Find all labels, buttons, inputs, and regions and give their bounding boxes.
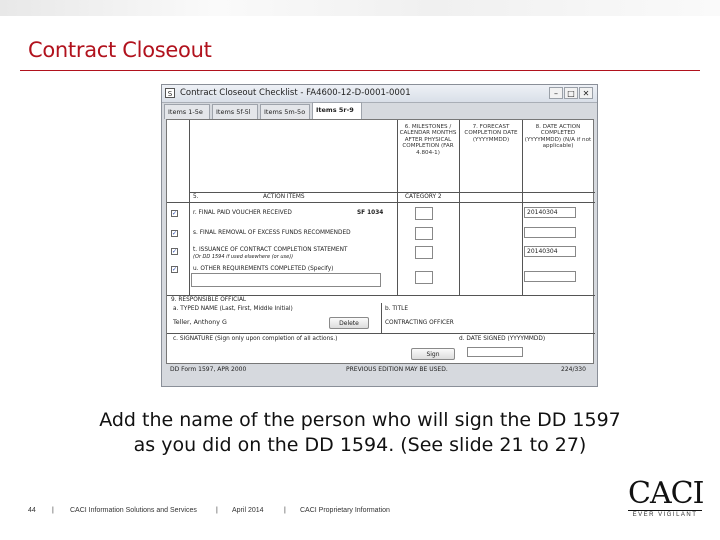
footer-separator: | xyxy=(284,507,286,514)
item-s-label: s. FINAL REMOVAL OF EXCESS FUNDS RECOMME… xyxy=(193,230,351,236)
typed-name-value[interactable]: Teller, Anthony G xyxy=(173,319,227,326)
logo-wordmark: CACI xyxy=(628,476,704,511)
sign-button[interactable]: Sign xyxy=(411,348,455,360)
typed-name-label: a. TYPED NAME (Last, First, Middle Initi… xyxy=(173,306,293,312)
grid-line xyxy=(381,303,382,333)
date-signed-label: d. DATE SIGNED (YYYYMMDD) xyxy=(459,336,546,342)
signature-label: c. SIGNATURE (Sign only upon completion … xyxy=(173,336,338,342)
tab-items-5r-9[interactable]: Items 5r-9 xyxy=(312,102,362,120)
logo-tagline: EVER VIGILANT xyxy=(628,510,702,518)
caption-line-1: Add the name of the person who will sign… xyxy=(99,409,621,431)
grid-line xyxy=(189,192,595,193)
title-divider xyxy=(20,70,700,71)
page-count: 224/330 xyxy=(561,366,586,373)
edition-note: PREVIOUS EDITION MAY BE USED. xyxy=(346,366,448,373)
grid-line xyxy=(522,120,523,295)
item-u-specify-field[interactable] xyxy=(191,273,381,287)
item-t-label: t. ISSUANCE OF CONTRACT COMPLETION STATE… xyxy=(193,247,348,253)
item-s-date-field[interactable] xyxy=(524,227,576,238)
item-t-date-field[interactable]: 20140304 xyxy=(524,246,576,257)
title-label: b. TITLE xyxy=(385,306,409,312)
col7-header: 7. FORECAST COMPLETION DATE (YYYYMMDD) xyxy=(464,124,518,143)
col5-header: ACTION ITEMS xyxy=(263,194,305,200)
item-u-date-field[interactable] xyxy=(524,271,576,282)
item-r-checkbox[interactable]: ✓ xyxy=(171,210,178,217)
form-id: DD Form 1597, APR 2000 xyxy=(170,366,247,373)
item-r-date-field[interactable]: 20140304 xyxy=(524,207,576,218)
item-r-milestone-field[interactable] xyxy=(415,207,433,220)
tab-items-1-5e[interactable]: Items 1-5e xyxy=(164,104,210,119)
window-titlebar[interactable]: S Contract Closeout Checklist - FA4600-1… xyxy=(162,85,597,103)
grid-line xyxy=(189,120,190,295)
close-icon[interactable]: ✕ xyxy=(579,87,593,99)
footer-date: April 2014 xyxy=(232,507,264,514)
caption-line-2: as you did on the DD 1594. (See slide 21… xyxy=(133,434,587,456)
item-u-milestone-field[interactable] xyxy=(415,271,433,284)
tab-items-5m-5o[interactable]: Items 5m-5o xyxy=(260,104,310,119)
title-value[interactable]: CONTRACTING OFFICER xyxy=(385,320,454,326)
item-t-note: (Or DD 1594 if used elsewhere (or use)) xyxy=(193,254,294,260)
form-footer: DD Form 1597, APR 2000 PREVIOUS EDITION … xyxy=(166,366,594,376)
item-s-milestone-field[interactable] xyxy=(415,227,433,240)
minimize-icon[interactable]: – xyxy=(549,87,563,99)
footer-separator: | xyxy=(52,507,54,514)
footer-notice: CACI Proprietary Information xyxy=(300,507,390,514)
col6-header: 6. MILESTONES / CALENDAR MONTHS AFTER PH… xyxy=(399,124,457,156)
category-label: CATEGORY 2 xyxy=(405,194,442,200)
delete-button[interactable]: Delete xyxy=(329,317,369,329)
footer-company: CACI Information Solutions and Services xyxy=(70,507,197,514)
caci-logo: CACI EVER VIGILANT xyxy=(628,476,704,524)
slide-caption: Add the name of the person who will sign… xyxy=(60,408,660,458)
footer-separator: | xyxy=(216,507,218,514)
item-t-milestone-field[interactable] xyxy=(415,246,433,259)
tab-items-5f-5l[interactable]: Items 5f-5l xyxy=(212,104,258,119)
date-signed-field[interactable] xyxy=(467,347,523,357)
grid-line xyxy=(167,333,595,334)
checklist-form: 6. MILESTONES / CALENDAR MONTHS AFTER PH… xyxy=(166,119,595,364)
slide-title: Contract Closeout xyxy=(28,38,212,62)
grid-line xyxy=(397,120,398,295)
maximize-icon[interactable]: □ xyxy=(564,87,578,99)
col8-header: 8. DATE ACTION COMPLETED (YYYYMMDD) (N/A… xyxy=(524,124,592,150)
item-r-note: SF 1034 xyxy=(357,210,384,216)
checklist-window: S Contract Closeout Checklist - FA4600-1… xyxy=(161,84,598,387)
col5-number: 5. xyxy=(193,194,199,200)
grid-line xyxy=(167,202,595,203)
app-icon: S xyxy=(165,88,175,98)
page-number: 44 xyxy=(28,507,36,514)
responsible-header: 9. RESPONSIBLE OFFICIAL xyxy=(171,297,247,303)
grid-line xyxy=(167,295,595,296)
item-u-label: u. OTHER REQUIREMENTS COMPLETED (Specify… xyxy=(193,266,334,272)
item-u-checkbox[interactable]: ✓ xyxy=(171,266,178,273)
item-t-checkbox[interactable]: ✓ xyxy=(171,248,178,255)
window-title: Contract Closeout Checklist - FA4600-12-… xyxy=(180,88,411,98)
item-s-checkbox[interactable]: ✓ xyxy=(171,230,178,237)
grid-line xyxy=(459,120,460,295)
top-decor-bar xyxy=(0,0,720,16)
top-decor-gradient xyxy=(0,0,720,16)
item-r-label: r. FINAL PAID VOUCHER RECEIVED xyxy=(193,210,292,216)
